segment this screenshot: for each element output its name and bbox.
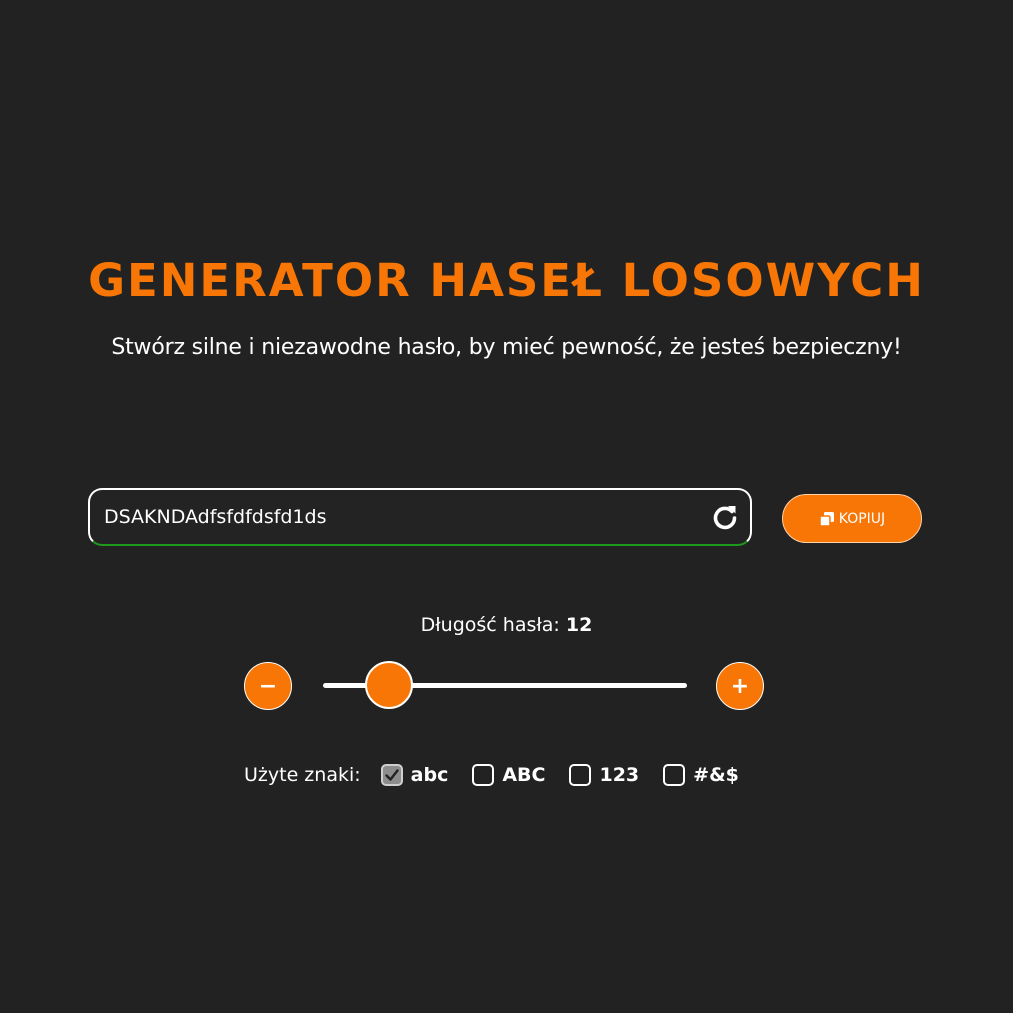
length-value: 12	[565, 614, 593, 636]
password-output-field[interactable]: DSAKNDAdfsfdfdsfd1ds	[88, 488, 752, 546]
plus-icon: +	[730, 673, 750, 699]
option-symbols[interactable]: #&$	[663, 764, 739, 786]
option-lowercase[interactable]: abc	[380, 764, 449, 786]
decrease-length-button[interactable]: −	[244, 662, 292, 710]
length-label-row: Długość hasła: 12	[0, 614, 1013, 636]
lowercase-checkbox[interactable]	[380, 764, 403, 786]
symbols-label: #&$	[693, 764, 739, 786]
length-label: Długość hasła:	[420, 614, 560, 636]
characters-label: Użyte znaki:	[244, 764, 361, 786]
password-value: DSAKNDAdfsfdfdsfd1ds	[104, 506, 327, 528]
option-numbers[interactable]: 123	[569, 764, 639, 786]
uppercase-label: ABC	[502, 764, 546, 786]
numbers-checkbox[interactable]	[569, 764, 592, 786]
numbers-label: 123	[599, 764, 640, 786]
page-title: GENERATOR HASEŁ LOSOWYCH	[88, 254, 925, 307]
lowercase-label: abc	[410, 764, 449, 786]
copy-button[interactable]: KOPIUJ	[782, 494, 922, 543]
length-slider-thumb[interactable]	[364, 661, 413, 709]
password-generator-page: GENERATOR HASEŁ LOSOWYCH Stwórz silne i …	[0, 0, 1013, 1013]
page-subtitle: Stwórz silne i niezawodne hasło, by mieć…	[111, 335, 902, 360]
symbols-checkbox[interactable]	[663, 764, 686, 786]
character-options: Użyte znaki: abc ABC 123 #&$	[244, 760, 763, 790]
copy-button-label: KOPIUJ	[838, 510, 886, 527]
refresh-icon[interactable]	[710, 502, 740, 532]
option-uppercase[interactable]: ABC	[472, 764, 545, 786]
copy-icon	[819, 511, 835, 527]
increase-length-button[interactable]: +	[716, 662, 764, 710]
uppercase-checkbox[interactable]	[472, 764, 495, 786]
minus-icon: −	[258, 673, 278, 699]
